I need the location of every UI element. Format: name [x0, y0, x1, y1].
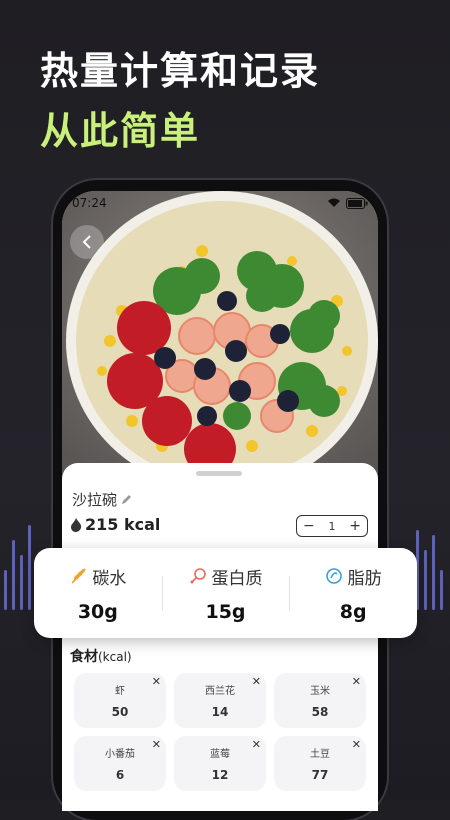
macro-protein-label: 蛋白质 — [211, 568, 263, 589]
macro-fat-label: 脂肪 — [347, 568, 382, 589]
food-name: 沙拉碗 — [72, 491, 118, 509]
macro-fat: 脂肪 8g — [289, 548, 417, 638]
sheet-drag-handle[interactable] — [196, 471, 242, 476]
headline-subtitle: 从此简单 — [40, 109, 201, 153]
ingredient-chip[interactable]: ✕ 蓝莓 12 — [174, 736, 266, 791]
ingredient-chip[interactable]: ✕ 小番茄 6 — [74, 736, 166, 791]
status-bar: 07:24 — [72, 194, 368, 212]
oil-drop-icon — [325, 568, 342, 584]
remove-icon[interactable]: ✕ — [352, 675, 361, 688]
remove-icon[interactable]: ✕ — [152, 738, 161, 751]
ingredient-kcal: 50 — [111, 705, 129, 719]
signal-icon — [328, 198, 340, 207]
ingredient-chip[interactable]: ✕ 西兰花 14 — [174, 673, 266, 728]
ingredient-name: 西兰花 — [205, 686, 235, 697]
increment-button[interactable]: + — [349, 519, 361, 533]
status-time: 07:24 — [72, 196, 107, 210]
wheat-icon — [71, 568, 86, 584]
quantity-stepper[interactable]: − 1 + — [296, 515, 368, 537]
ingredient-name: 玉米 — [310, 686, 330, 697]
decrement-button[interactable]: − — [303, 519, 315, 533]
macro-protein-value: 15g — [205, 600, 246, 623]
quantity-value[interactable]: 1 — [329, 520, 336, 533]
ingredient-name: 虾 — [115, 686, 125, 697]
pencil-icon[interactable] — [121, 494, 132, 505]
flame-icon — [71, 517, 82, 532]
remove-icon[interactable]: ✕ — [252, 675, 261, 688]
macro-protein: 蛋白质 15g — [161, 548, 290, 638]
salad-photo — [62, 191, 378, 491]
ingredient-name: 小番茄 — [105, 749, 135, 760]
ingredient-chip[interactable]: ✕ 玉米 58 — [274, 673, 366, 728]
remove-icon[interactable]: ✕ — [252, 738, 261, 751]
ingredient-kcal: 58 — [311, 705, 329, 719]
ingredient-name: 土豆 — [310, 749, 330, 760]
food-name-row: 沙拉碗 — [72, 489, 132, 510]
ingredients-unit: (kcal) — [98, 650, 132, 664]
ingredient-kcal: 6 — [115, 768, 125, 782]
drumstick-icon — [190, 568, 206, 584]
macro-card: 碳水 30g 蛋白质 15g 脂肪 8g — [34, 548, 417, 638]
battery-icon — [346, 197, 368, 209]
calorie-row: 215 kcal — [70, 515, 160, 534]
ingredient-name: 蓝莓 — [210, 749, 230, 760]
chevron-left-icon — [82, 235, 91, 249]
headline-title: 热量计算和记录 — [40, 49, 321, 93]
ingredient-chip[interactable]: ✕ 虾 50 — [74, 673, 166, 728]
remove-icon[interactable]: ✕ — [152, 675, 161, 688]
ingredients-title: 食材(kcal) — [70, 646, 132, 666]
macro-carbs-value: 30g — [77, 600, 118, 623]
macro-carbs: 碳水 30g — [34, 548, 162, 638]
ingredient-kcal: 14 — [211, 705, 229, 719]
calorie-value: 215 kcal — [85, 515, 161, 534]
ingredient-kcal: 77 — [311, 768, 329, 782]
ingredient-grid: ✕ 虾 50 ✕ 西兰花 14 ✕ 玉米 58 ✕ 小番茄 6 ✕ 蓝莓 12 … — [74, 673, 366, 791]
ingredient-chip[interactable]: ✕ 土豆 77 — [274, 736, 366, 791]
remove-icon[interactable]: ✕ — [352, 738, 361, 751]
ingredients-title-text: 食材 — [70, 649, 98, 665]
back-button[interactable] — [70, 225, 104, 259]
macro-carbs-label: 碳水 — [92, 568, 127, 589]
ingredient-kcal: 12 — [211, 768, 229, 782]
macro-fat-value: 8g — [339, 600, 367, 623]
